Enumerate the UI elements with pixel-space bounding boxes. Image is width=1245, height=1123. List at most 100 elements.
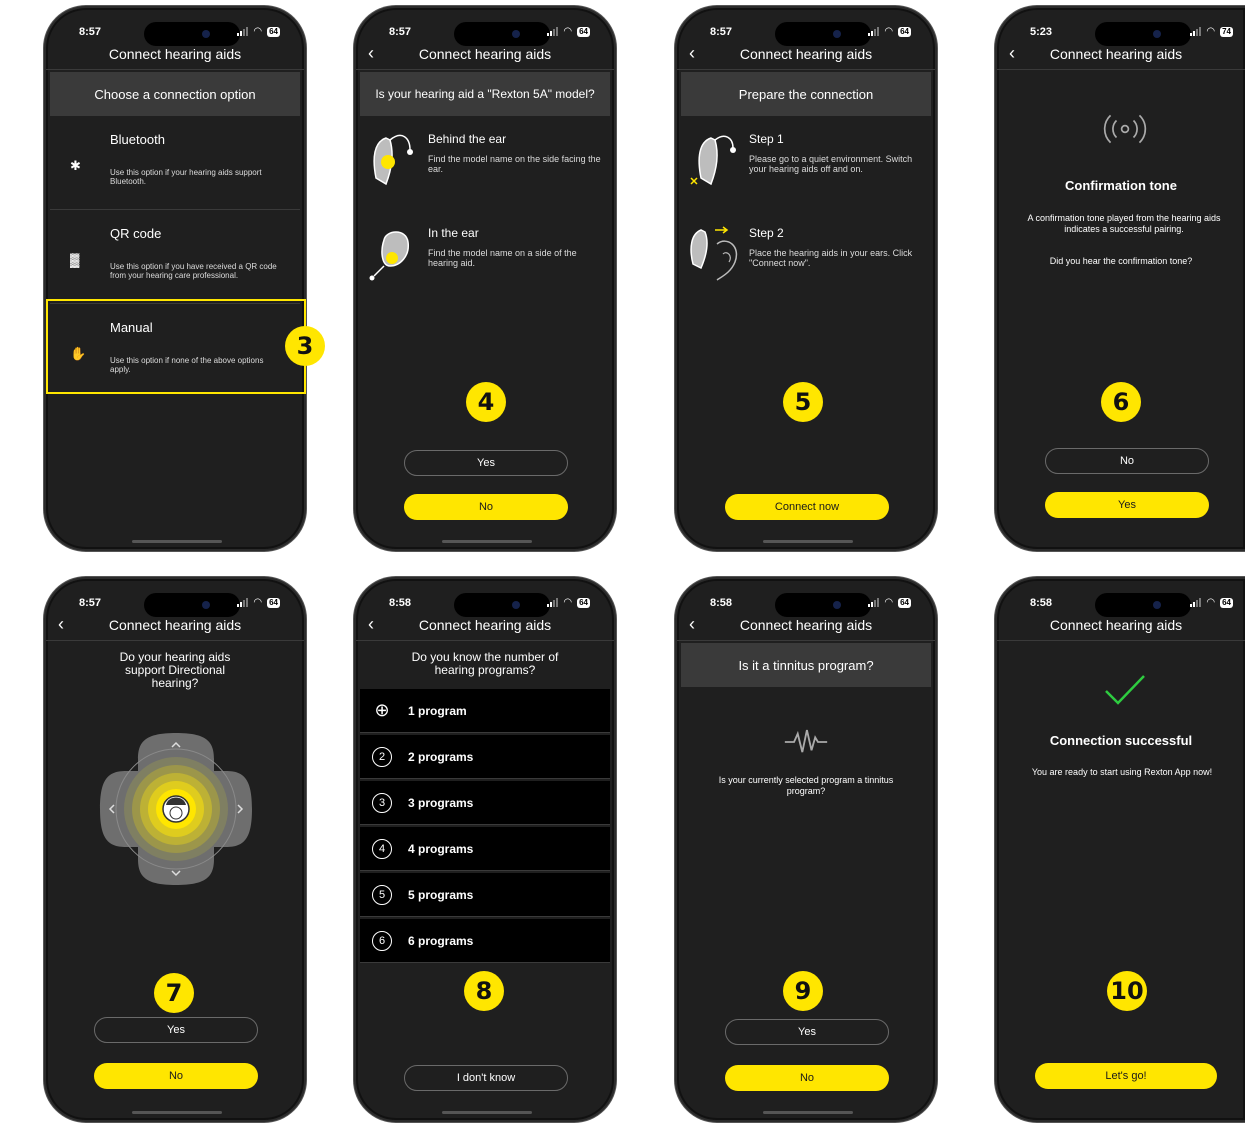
home-indicator xyxy=(132,540,222,543)
program-option-1[interactable]: ⊕ 1 program xyxy=(360,689,610,733)
section-heading: Is your hearing aid a "Rexton 5A" model? xyxy=(360,72,610,116)
option-qr-code[interactable]: ▓ QR code Use this option if you have re… xyxy=(50,210,300,304)
type-behind-the-ear[interactable]: Behind the ear Find the model name on th… xyxy=(366,128,606,208)
qr-code-icon: ▓ xyxy=(70,252,80,267)
program-label: 2 programs xyxy=(408,749,474,764)
status-time: 8:58 xyxy=(389,597,412,609)
section-heading: Prepare the connection xyxy=(681,72,931,116)
connect-now-button[interactable]: Connect now xyxy=(725,494,889,520)
phone-screen-prepare-connection: 8:57 ◠ 64 ‹ Connect hearing aids Prepare… xyxy=(675,6,937,551)
no-button[interactable]: No xyxy=(94,1063,258,1089)
program-option-3[interactable]: 3 3 programs xyxy=(360,781,610,825)
yes-button[interactable]: Yes xyxy=(1045,492,1209,518)
dynamic-island xyxy=(454,22,550,46)
page-title: Connect hearing aids xyxy=(418,46,552,62)
page-title: Connect hearing aids xyxy=(418,617,552,633)
yes-button[interactable]: Yes xyxy=(94,1017,258,1043)
number-circle-icon: 5 xyxy=(372,884,392,905)
no-button[interactable]: No xyxy=(404,494,568,520)
lets-go-button[interactable]: Let's go! xyxy=(1035,1063,1217,1089)
dont-know-button[interactable]: I don't know xyxy=(404,1065,568,1091)
yes-button[interactable]: Yes xyxy=(404,450,568,476)
hearing-aid-restart-icon xyxy=(690,135,736,186)
number-circle-icon: 6 xyxy=(372,930,392,951)
wifi-icon: ◠ xyxy=(1206,26,1216,37)
step-badge: 9 xyxy=(783,971,823,1011)
status-time: 8:58 xyxy=(1030,597,1053,609)
status-bar: 8:58 ◠ 64 xyxy=(356,593,614,617)
phone-screen-connection-successful: 8:58 ◠ 64 Connect hearing aids Connectio… xyxy=(995,577,1245,1122)
wifi-icon: ◠ xyxy=(563,26,573,37)
option-title: QR code xyxy=(110,226,162,241)
confirmation-heading: Confirmation tone xyxy=(1065,178,1177,193)
in-the-ear-icon xyxy=(369,231,409,281)
checkmark-icon xyxy=(1105,675,1145,705)
program-label: 5 programs xyxy=(408,887,474,902)
wifi-icon: ◠ xyxy=(884,597,894,608)
dynamic-island xyxy=(775,22,871,46)
program-option-6[interactable]: 6 6 programs xyxy=(360,919,610,963)
program-label: 6 programs xyxy=(408,933,474,948)
step-badge: 8 xyxy=(464,971,504,1011)
wifi-icon: ◠ xyxy=(253,26,263,37)
dynamic-island xyxy=(454,593,550,617)
battery-icon: 64 xyxy=(267,597,280,608)
status-time: 8:57 xyxy=(389,26,412,38)
broadcast-icon xyxy=(1103,114,1147,144)
yes-button[interactable]: Yes xyxy=(725,1019,889,1045)
step-desc: Place the hearing aids in your ears. Cli… xyxy=(749,248,913,268)
no-button[interactable]: No xyxy=(725,1065,889,1091)
type-in-the-ear[interactable]: In the ear Find the model name on a side… xyxy=(366,222,606,302)
page-title: Connect hearing aids xyxy=(108,46,242,62)
wifi-icon: ◠ xyxy=(253,597,263,608)
number-circle-icon: 2 xyxy=(372,746,392,767)
program-option-2[interactable]: 2 2 programs xyxy=(360,735,610,779)
option-bluetooth[interactable]: ✱ Bluetooth Use this option if your hear… xyxy=(50,116,300,210)
battery-icon: 64 xyxy=(267,26,280,37)
signal-icon xyxy=(1190,27,1202,36)
step-title: Step 1 xyxy=(749,132,784,146)
status-bar: 5:23 ◠ 74 xyxy=(997,22,1245,46)
step-badge: 10 xyxy=(1107,971,1147,1011)
wifi-icon: ◠ xyxy=(563,597,573,608)
program-label: 3 programs xyxy=(408,795,474,810)
page-title: Connect hearing aids xyxy=(108,617,242,633)
signal-icon xyxy=(1190,598,1202,607)
nav-bar: ‹ Connect hearing aids xyxy=(356,615,614,641)
step-1: Step 1 Please go to a quiet environment.… xyxy=(687,128,927,208)
no-button[interactable]: No xyxy=(1045,448,1209,474)
signal-icon xyxy=(237,598,249,607)
status-time: 8:57 xyxy=(710,26,733,38)
status-bar: 8:57 ◠ 64 xyxy=(356,22,614,46)
phone-screen-hearing-programs: 8:58 ◠ 64 ‹ Connect hearing aids Do you … xyxy=(354,577,616,1122)
status-time: 8:58 xyxy=(710,597,733,609)
dynamic-island xyxy=(144,22,240,46)
program-label: 4 programs xyxy=(408,841,474,856)
number-circle-icon: 4 xyxy=(372,838,392,859)
home-indicator xyxy=(442,540,532,543)
phone-screen-model-check: 8:57 ◠ 64 ‹ Connect hearing aids Is your… xyxy=(354,6,616,551)
bluetooth-icon: ✱ xyxy=(70,158,81,173)
question-heading: Do your hearing aids support Directional… xyxy=(119,650,231,690)
program-option-5[interactable]: 5 5 programs xyxy=(360,873,610,917)
step-badge: 3 xyxy=(285,326,325,366)
type-title: In the ear xyxy=(428,226,479,240)
dynamic-island xyxy=(775,593,871,617)
tinnitus-desc: Is your currently selected program a tin… xyxy=(718,775,894,796)
step-badge: 4 xyxy=(466,382,506,422)
signal-icon xyxy=(237,27,249,36)
dynamic-island xyxy=(1095,22,1191,46)
nav-bar: Connect hearing aids xyxy=(997,615,1245,641)
section-heading: Choose a connection option xyxy=(50,72,300,116)
wifi-icon: ◠ xyxy=(1206,597,1216,608)
success-desc: You are ready to start using Rexton App … xyxy=(1031,767,1213,777)
program-option-4[interactable]: 4 4 programs xyxy=(360,827,610,871)
question-heading: Do you know the number of hearing progra… xyxy=(411,650,559,677)
highlight-manual-option xyxy=(46,299,306,394)
battery-icon: 64 xyxy=(1220,597,1233,608)
page-title: Connect hearing aids xyxy=(1049,46,1183,62)
sound-wave-icon xyxy=(784,729,828,753)
home-indicator xyxy=(132,1111,222,1114)
number-circle-icon: 3 xyxy=(372,792,392,813)
battery-icon: 64 xyxy=(898,26,911,37)
